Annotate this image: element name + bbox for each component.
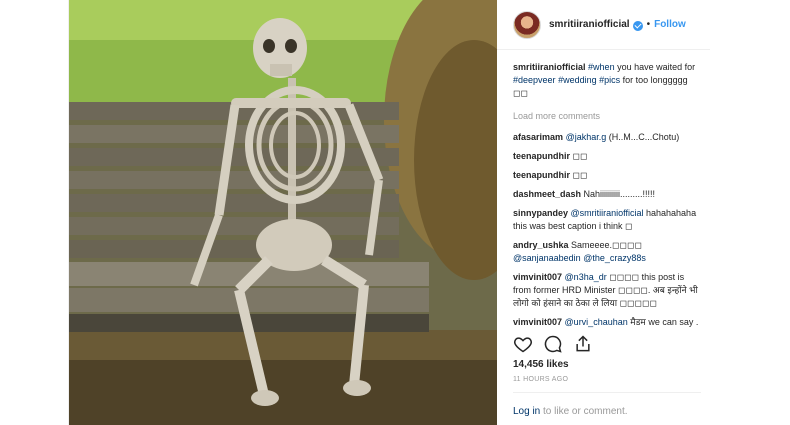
list-item: vimvinit007 @n3ha_dr ◻◻◻◻ this post is f… <box>513 271 702 310</box>
mention-link[interactable]: @n3ha_dr <box>565 272 607 282</box>
mention-link[interactable]: @smritiiraniofficial <box>571 208 644 218</box>
mention-link[interactable]: @sanjanaabedin <box>513 253 581 263</box>
post-sidebar: smritiiraniofficial • Follow smritiirani… <box>497 0 710 425</box>
comment-username[interactable]: afasarimam <box>513 132 563 142</box>
list-item: sinnypandey @smritiiraniofficial hahahah… <box>513 207 702 233</box>
comment-username[interactable]: vimvinit007 <box>513 317 562 327</box>
mention-link[interactable]: @the_crazy88s <box>583 253 646 263</box>
caption-text: you have waited for <box>614 62 696 72</box>
comment-text: (H..M...C...Chotu) <box>606 132 680 142</box>
post-photo[interactable] <box>69 0 497 425</box>
hashtag-link[interactable]: #when <box>588 62 615 72</box>
caption: smritiiraniofficial #when you have waite… <box>513 61 702 100</box>
likes-count[interactable]: 14,456 likes <box>513 359 569 370</box>
comment-username[interactable]: teenapundhir <box>513 151 570 161</box>
post-header: smritiiraniofficial • Follow <box>497 0 710 50</box>
load-more-comments-button[interactable]: Load more comments <box>513 110 702 123</box>
hashtag-link[interactable]: #pics <box>599 75 620 85</box>
hashtag-link[interactable]: #wedding <box>558 75 597 85</box>
share-icon[interactable] <box>573 334 593 354</box>
separator-dot: • <box>646 19 651 30</box>
comment-username[interactable]: teenapundhir <box>513 170 570 180</box>
list-item: vimvinit007 @urvi_chauhan मैडम we can sa… <box>513 316 702 329</box>
follow-button[interactable]: Follow <box>654 19 686 30</box>
comment-text: ◻◻ <box>570 151 588 161</box>
list-item: andry_ushka Sameeee.◻◻◻◻ @sanjanaabedin … <box>513 239 702 265</box>
login-prompt: Log in to like or comment. <box>513 392 701 417</box>
skeleton-on-bench-image <box>69 0 497 425</box>
heart-icon[interactable] <box>513 334 533 354</box>
login-link[interactable]: Log in <box>513 406 540 417</box>
comment-username[interactable]: sinnypandey <box>513 208 568 218</box>
action-bar <box>513 333 603 355</box>
comment-icon[interactable] <box>543 334 563 354</box>
comment-username[interactable]: andry_ushka <box>513 240 569 250</box>
hashtag-link[interactable]: #deepveer <box>513 75 556 85</box>
login-prompt-text: to like or comment. <box>540 406 628 417</box>
comment-text: Sameeee.◻◻◻◻ <box>568 240 642 250</box>
comments-list: smritiiraniofficial #when you have waite… <box>497 51 710 329</box>
verified-badge-icon <box>632 20 643 31</box>
comment-text: ◻◻ <box>570 170 588 180</box>
caption-username[interactable]: smritiiraniofficial <box>513 62 586 72</box>
avatar[interactable] <box>513 10 541 39</box>
list-item: teenapundhir ◻◻ <box>513 150 702 163</box>
instagram-post: smritiiraniofficial • Follow smritiirani… <box>68 0 710 425</box>
mention-link[interactable]: @urvi_chauhan <box>565 317 628 327</box>
comment-text: Nahiiiiiiiiii.........!!!!! <box>581 189 656 199</box>
comment-username[interactable]: vimvinit007 <box>513 272 562 282</box>
list-item: afasarimam @jakhar.g (H..M...C...Chotu) <box>513 131 702 144</box>
mention-link[interactable]: @jakhar.g <box>566 132 607 142</box>
list-item: teenapundhir ◻◻ <box>513 169 702 182</box>
header-username[interactable]: smritiiraniofficial <box>549 19 630 30</box>
list-item: dashmeet_dash Nahiiiiiiiiii.........!!!!… <box>513 188 702 201</box>
comment-username[interactable]: dashmeet_dash <box>513 189 581 199</box>
post-timestamp[interactable]: 11 HOURS AGO <box>513 376 568 383</box>
